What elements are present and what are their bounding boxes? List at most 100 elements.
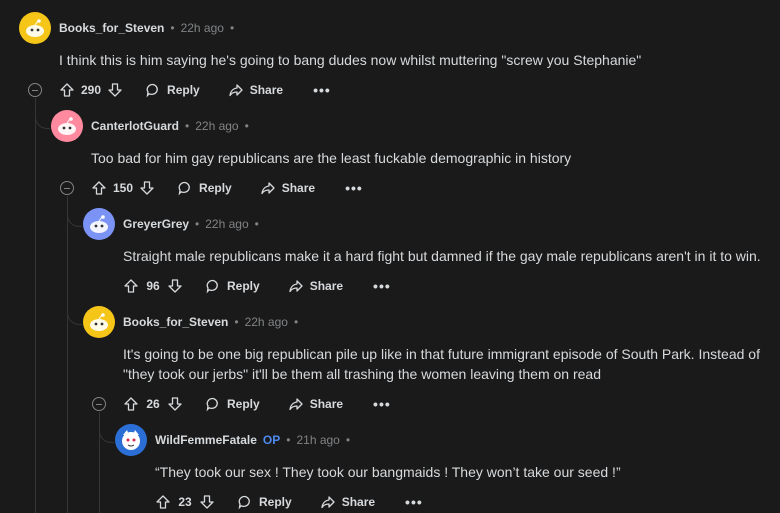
share-button[interactable]: Share [288,278,343,294]
collapse-button[interactable] [92,397,106,411]
custom-avatar-icon [122,430,140,450]
share-button[interactable]: Share [228,82,283,98]
reply-label: Reply [167,83,200,97]
timestamp[interactable]: 22h ago [205,217,248,231]
downvote-icon[interactable] [167,396,183,412]
share-icon [289,280,303,293]
collapse-button[interactable] [60,181,74,195]
downvote-icon[interactable] [199,494,215,510]
action-row: 96 Reply Share ••• [123,275,391,297]
reply-label: Reply [259,495,292,509]
upvote-icon[interactable] [123,396,139,412]
vote-control: 23 [155,494,215,510]
username[interactable]: GreyerGrey [123,217,189,231]
username[interactable]: Books_for_Steven [123,315,228,329]
upvote-icon[interactable] [91,180,107,196]
collapse-button[interactable] [28,83,42,97]
reply-button[interactable]: Reply [177,180,232,196]
username[interactable]: Books_for_Steven [59,21,164,35]
share-icon [261,182,275,195]
share-label: Share [341,495,376,509]
more-options-button[interactable]: ••• [373,397,391,411]
downvote-icon[interactable] [167,278,183,294]
timestamp[interactable]: 21h ago [296,433,339,447]
timestamp[interactable]: 22h ago [181,21,224,35]
avatar[interactable] [115,424,147,456]
reply-icon [178,181,190,196]
minus-icon [32,89,38,91]
comment-body: It's going to be one big republican pile… [123,346,760,382]
avatar[interactable] [51,110,83,142]
separator-dot: • [170,21,175,35]
comment-header: GreyerGrey • 22h ago • [123,217,259,231]
action-row: 290 Reply Share ••• [59,79,331,101]
share-label: Share [249,83,284,97]
reply-button[interactable]: Reply [145,82,200,98]
reply-button[interactable]: Reply [205,278,260,294]
action-row: 150 Reply Share ••• [91,177,363,199]
thread-curve [35,114,50,129]
more-options-button[interactable]: ••• [313,83,331,97]
vote-count: 150 [113,181,134,195]
share-icon [321,496,335,509]
more-options-button[interactable]: ••• [345,181,363,195]
reply-label: Reply [227,397,260,411]
timestamp[interactable]: 22h ago [245,315,288,329]
separator-dot: • [345,433,351,447]
timestamp[interactable]: 22h ago [195,119,238,133]
snoo-icon [26,19,44,37]
separator-dot: • [293,315,299,329]
upvote-icon[interactable] [123,278,139,294]
thread-line [67,196,68,513]
separator-dot: • [244,119,249,133]
share-button[interactable]: Share [288,396,343,412]
separator-dot: • [195,217,200,231]
snoo-icon [90,313,108,331]
separator-dot: • [229,21,235,35]
minus-icon [96,403,102,405]
vote-control: 26 [123,396,183,412]
reply-icon [146,83,158,98]
upvote-icon[interactable] [59,82,75,98]
share-button[interactable]: Share [260,180,315,196]
separator-dot: • [286,433,291,447]
comment-body: I think this is him saying he's going to… [59,52,642,68]
more-options-button[interactable]: ••• [405,495,423,509]
vote-control: 96 [123,278,183,294]
separator-dot: • [185,119,190,133]
minus-icon [64,187,70,189]
snoo-icon [58,117,76,135]
share-icon [289,398,303,411]
downvote-icon[interactable] [107,82,123,98]
reply-button[interactable]: Reply [205,396,260,412]
username[interactable]: CanterlotGuard [91,119,179,133]
reply-label: Reply [199,181,232,195]
share-label: Share [281,181,316,195]
thread-curve [67,212,82,227]
vote-count: 290 [81,83,102,97]
reply-icon [206,279,218,294]
username[interactable]: WildFemmeFatale [155,433,257,447]
action-row: 26 Reply Share ••• [123,393,391,415]
avatar[interactable] [83,306,115,338]
comment-body: Straight male republicans make it a hard… [123,248,761,264]
avatar[interactable] [83,208,115,240]
upvote-icon[interactable] [155,494,171,510]
more-options-button[interactable]: ••• [373,279,391,293]
thread-curve [67,310,82,325]
avatar[interactable] [19,12,51,44]
reply-button[interactable]: Reply [237,494,292,510]
share-icon [229,84,243,97]
vote-control: 290 [59,82,123,98]
comment-header: Books_for_Steven • 22h ago • [59,21,234,35]
downvote-icon[interactable] [139,180,155,196]
comment-header: WildFemmeFatale OP • 21h ago • [155,433,350,447]
thread-curve [99,428,114,443]
comment-header: CanterlotGuard • 22h ago • [91,119,249,133]
share-label: Share [309,397,344,411]
separator-dot: • [234,315,239,329]
share-button[interactable]: Share [320,494,375,510]
reply-label: Reply [227,279,260,293]
share-label: Share [309,279,344,293]
reply-icon [206,397,218,412]
